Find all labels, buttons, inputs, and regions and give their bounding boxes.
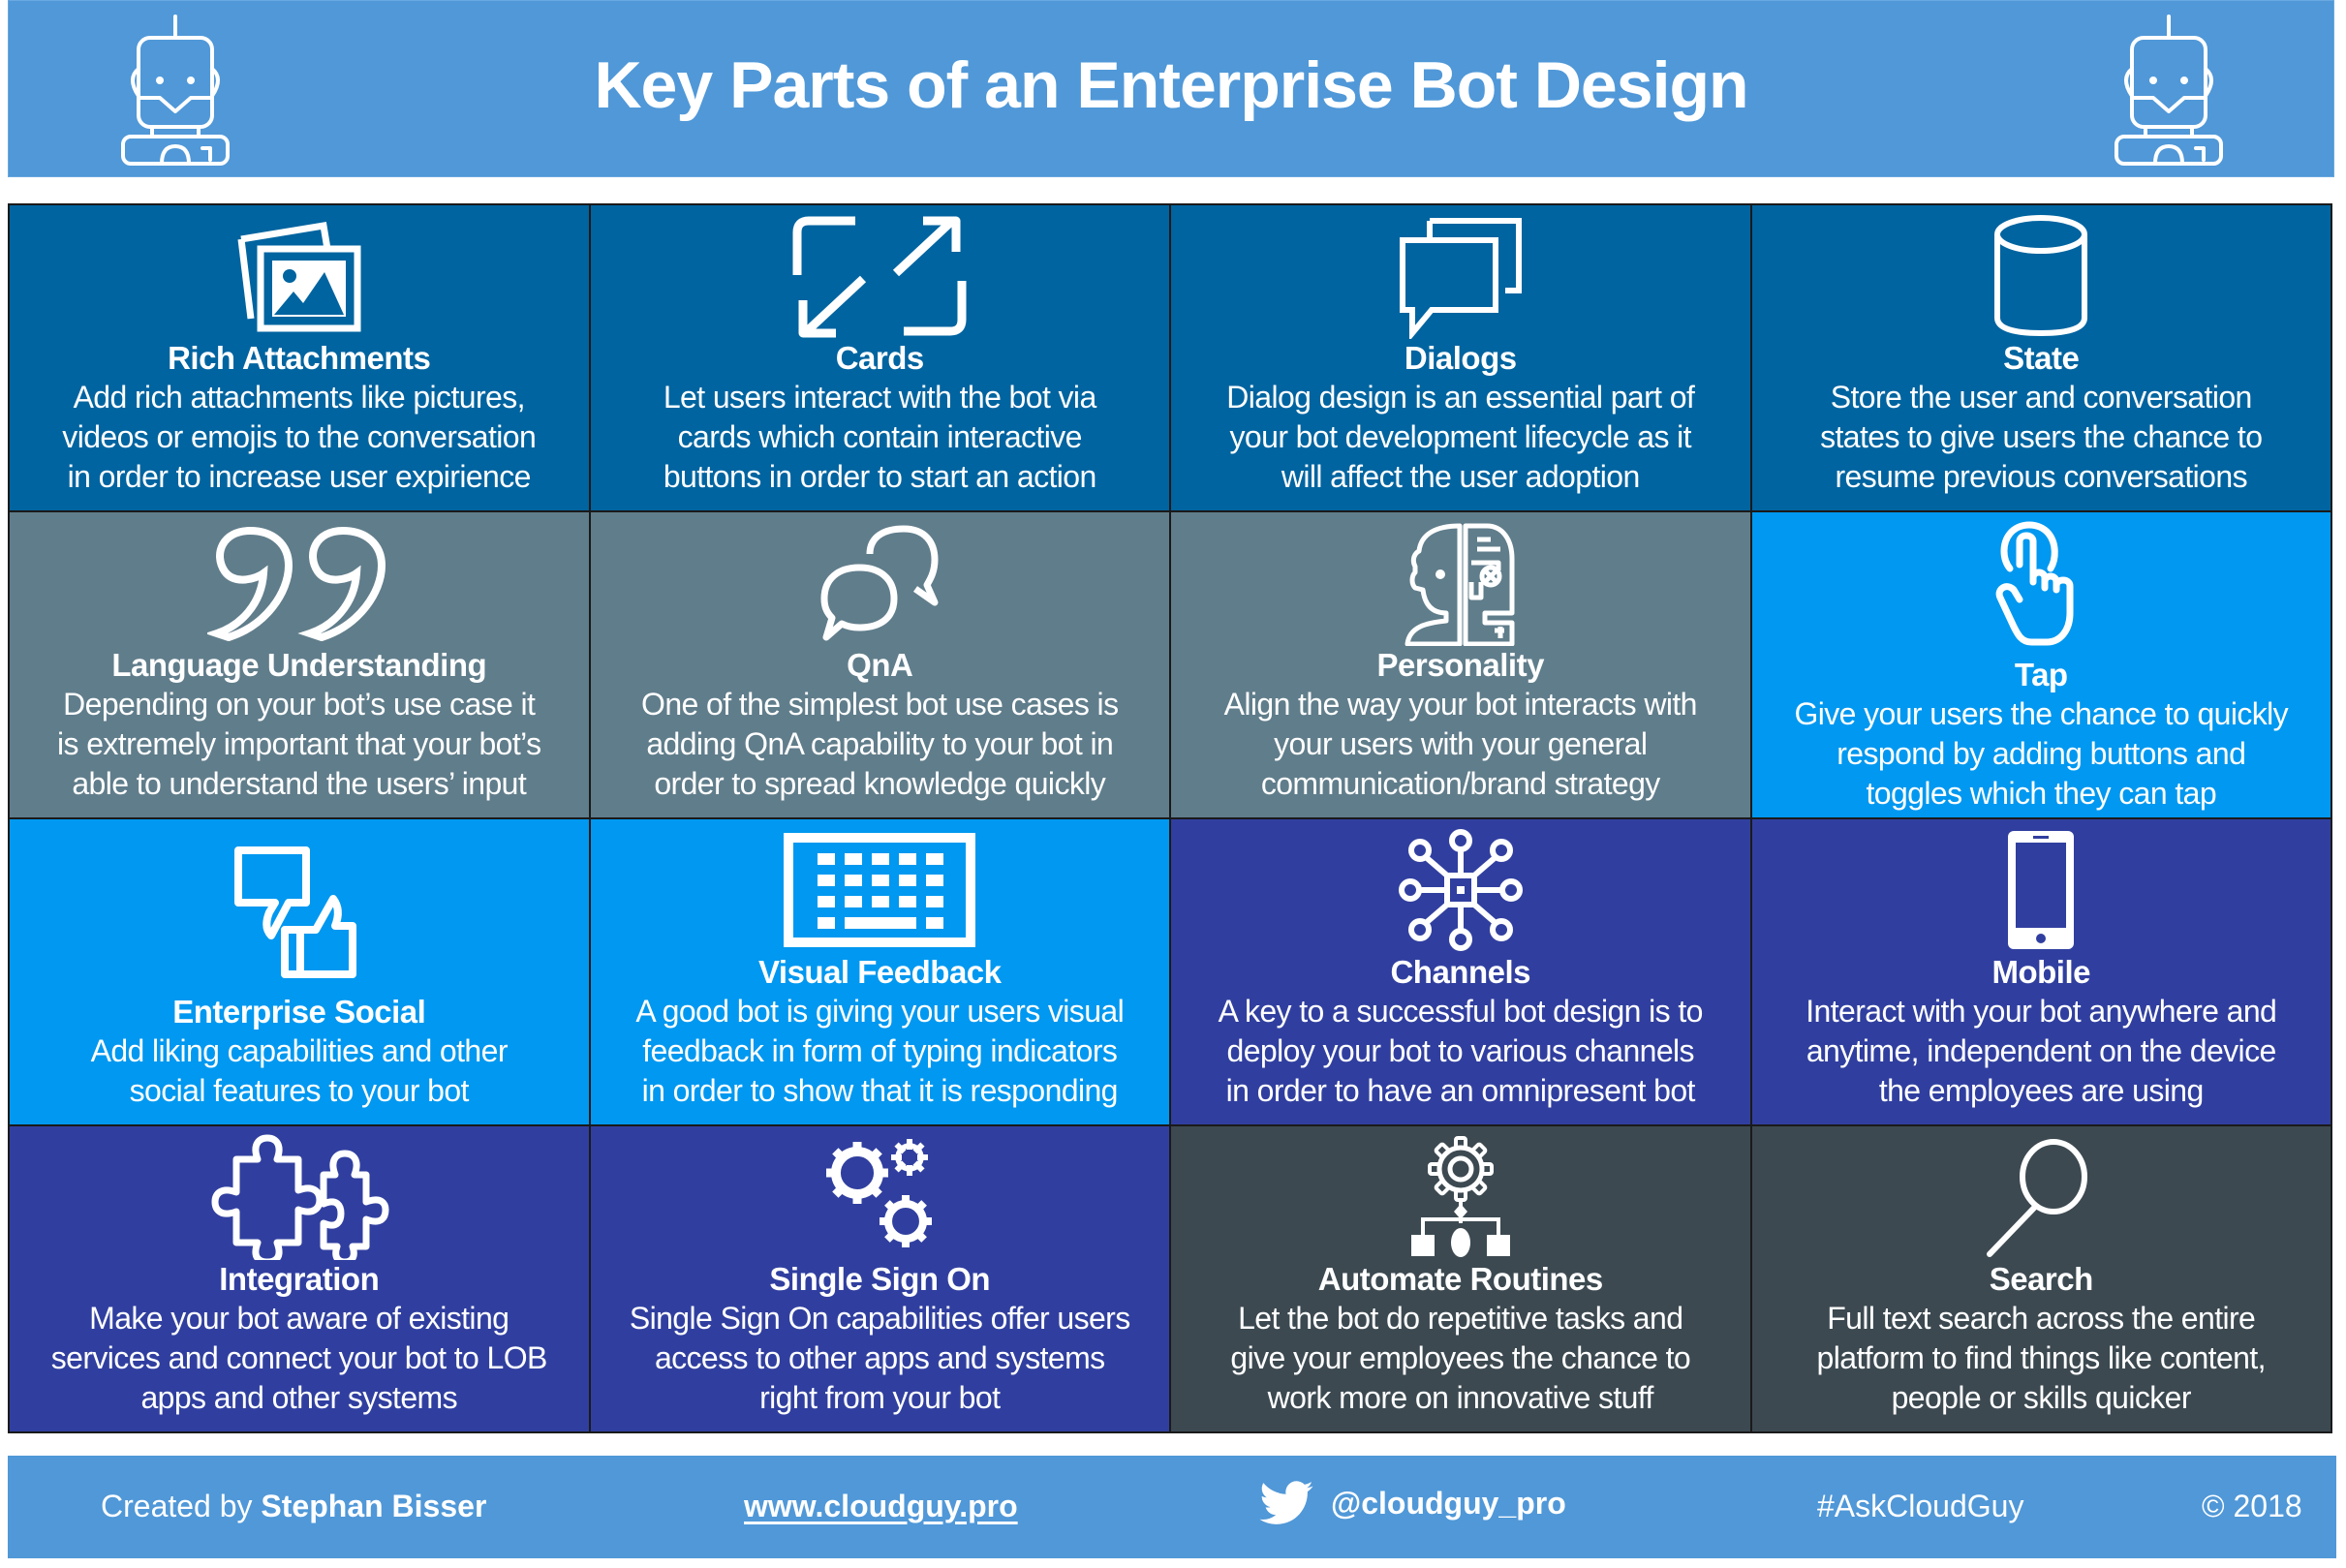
card-text: Personality Align the way your bot intera…: [1215, 646, 1707, 817]
card-text: State Store the user and conversation sta…: [1810, 339, 2271, 510]
card-title: Mobile: [1991, 954, 2091, 990]
card-title: Enterprise Social: [172, 994, 426, 1030]
card-text: QnA One of the simplest bot use cases is …: [632, 646, 1127, 817]
feature-card-search: Search Full text search across the entire…: [1751, 1126, 2331, 1431]
card-title: Visual Feedback: [757, 954, 1002, 990]
feature-card-tap: Tap Give your users the chance to quickly…: [1751, 512, 2331, 817]
quote-marks-icon: [10, 512, 589, 646]
dialog-bubbles-icon: [1171, 205, 1750, 339]
card-description: Store the user and conversation states t…: [1820, 380, 2263, 494]
card-description: Depending on your bot’s use case it is e…: [57, 687, 541, 801]
card-title: Tap: [2014, 657, 2068, 692]
card-title: Single Sign On: [769, 1261, 991, 1297]
card-text: Cards Let users interact with the bot via…: [654, 339, 1106, 510]
card-text: Mobile Interact with your bot anywhere an…: [1796, 953, 2286, 1124]
card-text: Integration Make your bot aware of existi…: [42, 1260, 557, 1431]
card-text: Tap Give your users the chance to quickly…: [1784, 656, 2298, 817]
keyboard-icon: [591, 819, 1170, 953]
card-text: Language Understanding Depending on your …: [47, 646, 551, 817]
card-description: Align the way your bot interacts with yo…: [1223, 687, 1698, 801]
card-description: Let the bot do repetitive tasks and give…: [1230, 1301, 1691, 1415]
card-description: Let users interact with the bot via card…: [663, 380, 1096, 494]
feature-card-visual-feedback: Visual Feedback A good bot is giving your…: [590, 819, 1170, 1124]
feature-card-state: State Store the user and conversation sta…: [1751, 205, 2331, 510]
created-by: Created by Stephan Bisser: [101, 1489, 486, 1524]
copyright: © 2018: [2202, 1489, 2302, 1523]
puzzle-pieces-icon: [10, 1126, 589, 1260]
footer-banner: Created by Stephan Bisser www.cloudguy.p…: [8, 1456, 2336, 1558]
website-link[interactable]: www.cloudguy.pro: [744, 1489, 1018, 1524]
feature-card-single-sign-on: Single Sign On Single Sign On capabilitie…: [590, 1126, 1170, 1431]
card-title: Integration: [219, 1261, 380, 1297]
pictures-icon: [10, 205, 589, 339]
hashtag: #AskCloudGuy: [1817, 1489, 2024, 1523]
network-hub-icon: [1171, 819, 1750, 953]
card-text: Channels A key to a successful bot design…: [1209, 953, 1713, 1124]
card-text: Dialogs Dialog design is an essential par…: [1217, 339, 1704, 510]
feature-card-rich-attachments: Rich Attachments Add rich attachments lik…: [10, 205, 589, 510]
card-description: Full text search across the entire platf…: [1816, 1301, 2267, 1415]
author-name: Stephan Bisser: [261, 1489, 487, 1523]
card-title: Rich Attachments: [168, 340, 431, 376]
expand-arrows-icon: [591, 205, 1170, 339]
feature-card-language-understanding: Language Understanding Depending on your …: [10, 512, 589, 817]
card-title: Personality: [1376, 647, 1545, 683]
twitter-link[interactable]: @cloudguy_pro: [1259, 1481, 1566, 1525]
card-text: Enterprise Social Add liking capabilities…: [81, 993, 517, 1124]
card-title: QnA: [847, 647, 913, 683]
card-text: Rich Attachments Add rich attachments lik…: [52, 339, 545, 510]
feature-card-cards: Cards Let users interact with the bot via…: [590, 205, 1170, 510]
feature-card-automate-routines: Automate Routines Let the bot do repetiti…: [1171, 1126, 1750, 1431]
card-text: Search Full text search across the entire…: [1807, 1260, 2275, 1431]
database-cylinder-icon: [1752, 205, 2331, 339]
card-description: Single Sign On capabilities offer users …: [629, 1301, 1130, 1415]
header-banner: Key Parts of an Enterprise Bot Design: [8, 0, 2334, 177]
page-title: Key Parts of an Enterprise Bot Design: [594, 48, 1748, 122]
feature-grid: Rich Attachments Add rich attachments lik…: [8, 203, 2332, 1433]
card-title: Channels: [1390, 954, 1531, 990]
card-description: A good bot is giving your users visual f…: [635, 994, 1125, 1108]
card-description: One of the simplest bot use cases is add…: [641, 687, 1119, 801]
feature-card-enterprise-social: Enterprise Social Add liking capabilities…: [10, 819, 589, 1124]
feature-card-integration: Integration Make your bot aware of existi…: [10, 1126, 589, 1431]
card-title: Search: [1989, 1261, 2094, 1297]
card-text: Single Sign On Single Sign On capabilitie…: [620, 1260, 1140, 1431]
feature-card-dialogs: Dialogs Dialog design is an essential par…: [1171, 205, 1750, 510]
tap-finger-icon: [1752, 512, 2331, 656]
twitter-bird-icon: [1259, 1481, 1313, 1524]
card-description: Give your users the chance to quickly re…: [1794, 696, 2289, 811]
created-by-label: Created by: [101, 1489, 262, 1523]
card-title: Automate Routines: [1317, 1261, 1604, 1297]
card-title: State: [2003, 340, 2080, 376]
card-title: Cards: [835, 340, 925, 376]
card-text: Visual Feedback A good bot is giving your…: [626, 953, 1133, 1124]
card-title: Language Understanding: [111, 647, 487, 683]
smartphone-icon: [1752, 819, 2331, 953]
chat-bubbles-icon: [591, 512, 1170, 646]
thumbs-up-down-icon: [10, 819, 589, 993]
gear-workflow-icon: [1171, 1126, 1750, 1260]
feature-card-channels: Channels A key to a successful bot design…: [1171, 819, 1750, 1124]
card-description: Make your bot aware of existing services…: [50, 1301, 548, 1415]
card-description: Interact with your bot anywhere and anyt…: [1806, 994, 2277, 1108]
human-robot-head-icon: [1171, 512, 1750, 646]
card-description: Add rich attachments like pictures, vide…: [62, 380, 537, 494]
twitter-handle: @cloudguy_pro: [1331, 1485, 1566, 1521]
robot-icon: [2111, 13, 2227, 168]
card-description: Add liking capabilities and other social…: [90, 1033, 509, 1108]
feature-card-qna: QnA One of the simplest bot use cases is …: [590, 512, 1170, 817]
card-title: Dialogs: [1404, 340, 1517, 376]
magnifier-icon: [1752, 1126, 2331, 1260]
card-description: A key to a successful bot design is to d…: [1218, 994, 1704, 1108]
feature-card-personality: Personality Align the way your bot intera…: [1171, 512, 1750, 817]
card-description: Dialog design is an essential part of yo…: [1226, 380, 1695, 494]
card-text: Automate Routines Let the bot do repetiti…: [1220, 1260, 1700, 1431]
feature-card-mobile: Mobile Interact with your bot anywhere an…: [1751, 819, 2331, 1124]
gears-icon: [591, 1126, 1170, 1260]
